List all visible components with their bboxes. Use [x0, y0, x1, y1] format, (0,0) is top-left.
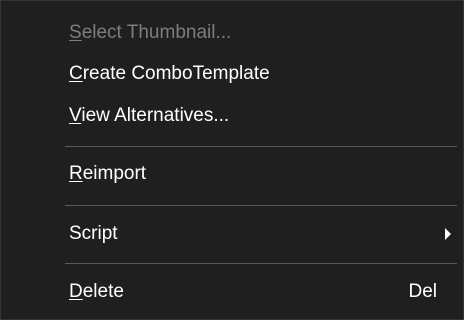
mnemonic-letter: R: [69, 163, 83, 184]
mnemonic-letter: C: [69, 63, 83, 84]
menu-item-delete[interactable]: Delete Del: [1, 274, 463, 310]
context-menu: Select Thumbnail... Create ComboTemplate…: [0, 0, 464, 320]
menu-separator: [65, 146, 457, 147]
menu-item-view-alternatives[interactable]: View Alternatives...: [1, 98, 463, 134]
menu-item-select-thumbnail: Select Thumbnail...: [1, 15, 463, 51]
menu-item-script[interactable]: Script: [1, 216, 463, 252]
menu-item-label: View Alternatives...: [69, 105, 230, 126]
chevron-right-icon: [445, 228, 451, 240]
mnemonic-letter: V: [69, 105, 82, 126]
menu-item-reimport[interactable]: Reimport: [1, 156, 463, 192]
menu-item-label: Reimport: [69, 163, 147, 184]
menu-separator: [65, 205, 457, 206]
menu-item-create-combotemplate[interactable]: Create ComboTemplate: [1, 56, 463, 92]
mnemonic-letter: S: [69, 22, 82, 43]
shortcut-key: Del: [408, 281, 437, 302]
mnemonic-letter: D: [69, 281, 83, 302]
menu-separator: [65, 263, 457, 264]
menu-item-label: Select Thumbnail...: [69, 22, 232, 43]
menu-item-label: Delete: [69, 281, 124, 302]
menu-item-label: Create ComboTemplate: [69, 63, 270, 84]
menu-item-label: Script: [69, 223, 118, 244]
